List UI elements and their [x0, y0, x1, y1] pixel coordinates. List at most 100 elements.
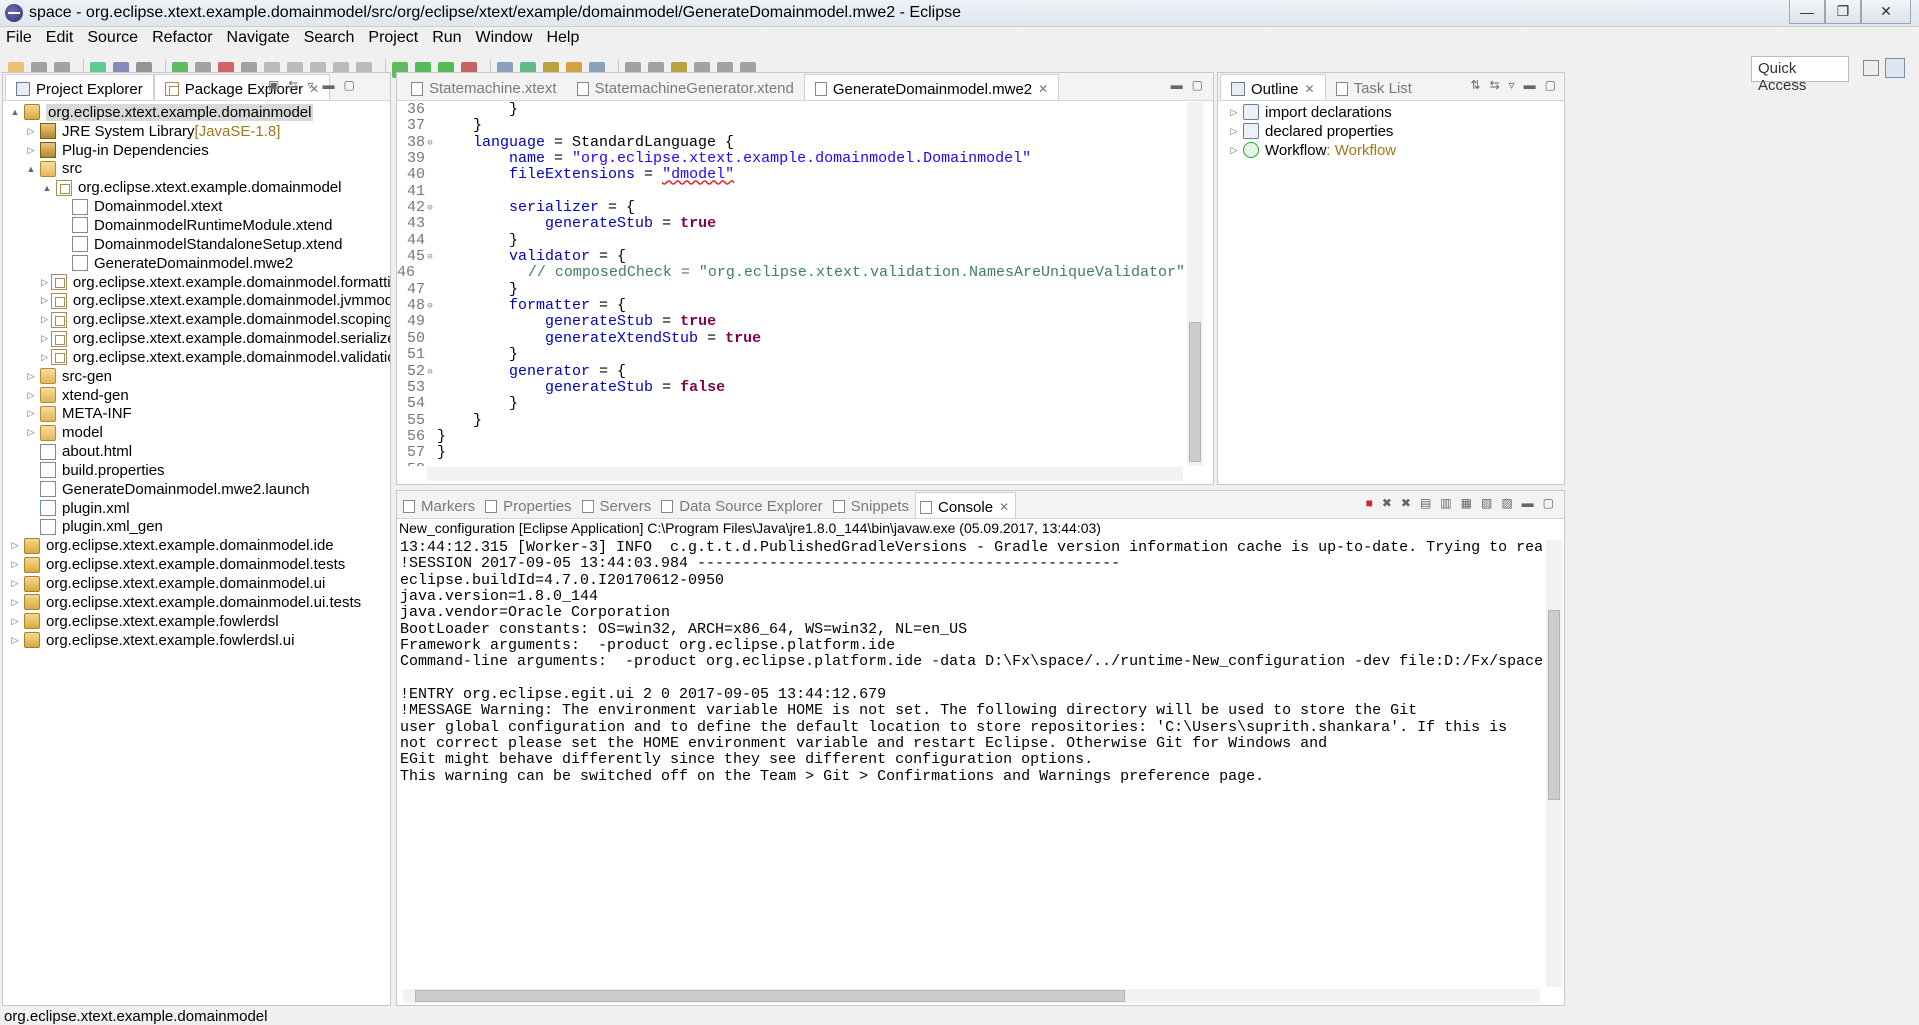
tree-item[interactable]: ▷ org.eclipse.xtext.example.domainmodel.j…: [3, 291, 390, 310]
close-tab-icon[interactable]: ✕: [1038, 82, 1048, 96]
remove-launch-icon[interactable]: ✖: [1382, 496, 1392, 510]
maximize-view-icon[interactable]: ▢: [1543, 496, 1554, 510]
expand-toggle-icon[interactable]: ▷: [25, 390, 37, 401]
remove-all-icon[interactable]: ✖: [1401, 496, 1411, 510]
expand-toggle-icon[interactable]: ▷: [1228, 107, 1240, 118]
menu-item[interactable]: Navigate: [227, 29, 290, 47]
tab-snippets[interactable]: Snippets: [829, 492, 915, 518]
minimize-button[interactable]: —: [1789, 0, 1825, 24]
tree-item[interactable]: build.properties: [3, 461, 390, 480]
view-menu-icon[interactable]: ▿: [1509, 78, 1515, 92]
tree-item[interactable]: ▷ org.eclipse.xtext.example.domainmodel.f…: [3, 273, 390, 292]
collapse-all-icon[interactable]: ▣: [268, 78, 279, 92]
fold-toggle-icon[interactable]: ⊖: [425, 135, 435, 151]
expand-toggle-icon[interactable]: ▷: [25, 371, 37, 382]
display-selected-console-icon[interactable]: ▧: [1481, 496, 1492, 510]
java-perspective-icon[interactable]: [1885, 58, 1905, 78]
tree-item[interactable]: ▲ org.eclipse.xtext.example.domainmodel: [3, 178, 390, 197]
tree-item[interactable]: DomainmodelStandaloneSetup.xtend: [3, 235, 390, 254]
tab-generate-domainmodel[interactable]: GenerateDomainmodel.mwe2 ✕: [803, 74, 1060, 100]
expand-toggle-icon[interactable]: ▷: [41, 277, 48, 288]
pin-console-icon[interactable]: ▦: [1461, 496, 1472, 510]
expand-toggle-icon[interactable]: ▷: [9, 559, 21, 570]
menu-item[interactable]: Edit: [46, 29, 74, 47]
open-perspective-icon[interactable]: [1863, 60, 1879, 76]
expand-toggle-icon[interactable]: ▲: [9, 107, 21, 117]
maximize-view-icon[interactable]: ▢: [1192, 78, 1203, 92]
expand-toggle-icon[interactable]: ▷: [9, 597, 21, 608]
outline-item[interactable]: ▷ declared properties: [1218, 122, 1564, 141]
view-menu-icon[interactable]: ▿: [307, 78, 313, 92]
link-icon[interactable]: ⇆: [1490, 78, 1500, 92]
terminate-icon[interactable]: ■: [1366, 496, 1373, 510]
expand-toggle-icon[interactable]: ▲: [41, 183, 53, 193]
console-vertical-scrollbar[interactable]: [1546, 540, 1562, 987]
tab-statemachine-xtext[interactable]: Statemachine.xtext: [401, 74, 567, 100]
tree-item[interactable]: ▷ org.eclipse.xtext.example.domainmodel.v…: [3, 348, 390, 367]
tree-item[interactable]: plugin.xml: [3, 499, 390, 518]
tab-statemachine-generator[interactable]: StatemachineGenerator.xtend: [567, 74, 804, 100]
minimize-view-icon[interactable]: ▬: [1524, 78, 1536, 92]
expand-toggle-icon[interactable]: ▷: [9, 540, 21, 551]
close-button[interactable]: ✕: [1861, 0, 1911, 24]
tab-task-list[interactable]: Task List: [1326, 74, 1422, 100]
tree-item[interactable]: ▷ org.eclipse.xtext.example.domainmodel.u…: [3, 593, 390, 612]
tree-item[interactable]: about.html: [3, 442, 390, 461]
menu-item[interactable]: Window: [476, 29, 533, 47]
expand-toggle-icon[interactable]: ▷: [41, 314, 48, 325]
editor-vertical-scrollbar[interactable]: [1187, 102, 1203, 466]
maximize-view-icon[interactable]: ▢: [343, 78, 354, 92]
tab-properties[interactable]: Properties: [481, 492, 577, 518]
tree-item[interactable]: ▷ org.eclipse.xtext.example.domainmodel.i…: [3, 536, 390, 555]
minimize-view-icon[interactable]: ▬: [1171, 78, 1183, 92]
tree-item[interactable]: plugin.xml_gen: [3, 518, 390, 537]
tree-item[interactable]: ▷ xtend-gen: [3, 386, 390, 405]
scrollbar-thumb[interactable]: [1189, 322, 1201, 462]
tab-outline[interactable]: Outline ✕: [1220, 74, 1326, 100]
expand-toggle-icon[interactable]: ▷: [1228, 145, 1240, 156]
expand-toggle-icon[interactable]: ▷: [25, 126, 37, 137]
outline-item[interactable]: ▷ import declarations: [1218, 103, 1564, 122]
menu-item[interactable]: Search: [304, 29, 355, 47]
menu-item[interactable]: Refactor: [152, 29, 212, 47]
expand-toggle-icon[interactable]: ▷: [25, 427, 37, 438]
expand-toggle-icon[interactable]: ▷: [41, 333, 48, 344]
code-editor[interactable]: 36 } 37 } 38 ⊖ language = StandardLanguage …: [397, 102, 1185, 466]
expand-toggle-icon[interactable]: ▷: [41, 295, 48, 306]
expand-toggle-icon[interactable]: ▷: [9, 616, 21, 627]
scrollbar-thumb[interactable]: [1548, 610, 1560, 800]
tree-item[interactable]: ▷ org.eclipse.xtext.example.domainmodel.s…: [3, 310, 390, 329]
link-with-editor-icon[interactable]: ⇆: [288, 78, 298, 92]
expand-toggle-icon[interactable]: ▷: [9, 635, 21, 646]
tree-item[interactable]: ▷ Plug-in Dependencies: [3, 141, 390, 160]
expand-toggle-icon[interactable]: ▷: [25, 145, 37, 156]
tab-markers[interactable]: Markers: [399, 492, 481, 518]
expand-toggle-icon[interactable]: ▷: [9, 578, 21, 589]
fold-toggle-icon[interactable]: ⊖: [425, 200, 435, 216]
tab-project-explorer[interactable]: Project Explorer: [5, 74, 154, 100]
tab-servers[interactable]: Servers: [578, 492, 658, 518]
outline-item[interactable]: ▷ Workflow : Workflow: [1218, 141, 1564, 160]
tree-item[interactable]: Domainmodel.xtext: [3, 197, 390, 216]
tree-item[interactable]: ▷ org.eclipse.xtext.example.fowlerdsl.ui: [3, 631, 390, 650]
sort-icon[interactable]: ⇅: [1471, 78, 1481, 92]
minimize-view-icon[interactable]: ▬: [322, 78, 334, 92]
console-horizontal-scrollbar[interactable]: [403, 989, 1540, 1003]
editor-horizontal-scrollbar[interactable]: [427, 467, 1183, 481]
menu-item[interactable]: Project: [368, 29, 418, 47]
fold-toggle-icon[interactable]: ⊖: [425, 249, 435, 265]
tab-console[interactable]: Console ✕: [915, 492, 1017, 518]
tree-item[interactable]: ▷ model: [3, 423, 390, 442]
tree-item[interactable]: GenerateDomainmodel.mwe2.launch: [3, 480, 390, 499]
tree-item[interactable]: ▲ src: [3, 160, 390, 179]
expand-toggle-icon[interactable]: ▲: [25, 164, 37, 174]
tree-item[interactable]: ▷ org.eclipse.xtext.example.domainmodel.u…: [3, 574, 390, 593]
menu-item[interactable]: Help: [546, 29, 579, 47]
tree-item[interactable]: GenerateDomainmodel.mwe2: [3, 254, 390, 273]
minimize-view-icon[interactable]: ▬: [1522, 496, 1534, 510]
menu-item[interactable]: Source: [87, 29, 138, 47]
console-output[interactable]: 13:44:12.315 [Worker-3] INFO c.g.t.t.d.P…: [397, 540, 1542, 987]
menu-item[interactable]: Run: [432, 29, 461, 47]
expand-toggle-icon[interactable]: ▷: [25, 408, 37, 419]
fold-toggle-icon[interactable]: ⊖: [425, 298, 435, 314]
